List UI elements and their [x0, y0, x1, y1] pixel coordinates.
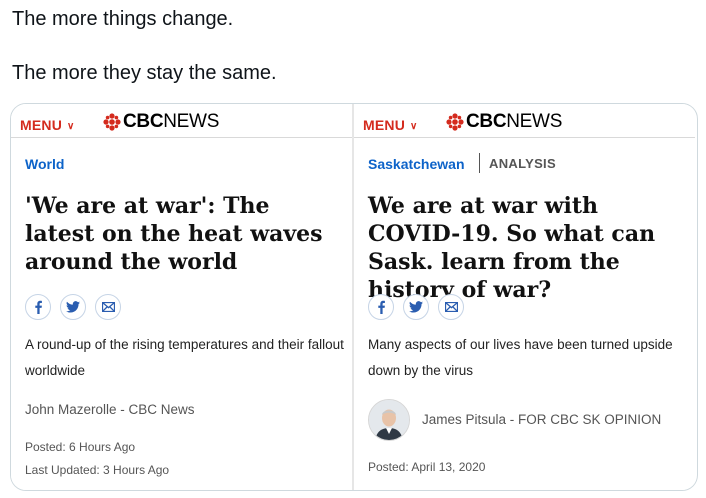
section-link-saskatchewan[interactable]: Saskatchewan [368, 156, 465, 172]
news-screenshot-left[interactable]: MENU ∨ CBC NEWS World 'We are at war': The… [11, 104, 352, 490]
last-updated-time: Last Updated: 3 Hours Ago [25, 463, 170, 477]
facebook-icon[interactable] [25, 294, 51, 320]
email-icon[interactable] [438, 294, 464, 320]
share-buttons [368, 294, 464, 320]
article-summary: Many aspects of our lives have been turn… [368, 337, 673, 378]
tweet-text-line-1: The more things change. [12, 8, 234, 30]
cbc-news-logo[interactable]: CBC NEWS [446, 111, 562, 133]
chevron-down-icon: ∨ [410, 121, 418, 132]
logo-cbc-text: CBC [466, 111, 507, 132]
logo-news-text: NEWS [163, 111, 220, 132]
menu-button[interactable]: MENU ∨ [20, 117, 75, 133]
author-byline: James Pitsula - FOR CBC SK OPINION [422, 412, 662, 427]
posted-time: Posted: April 13, 2020 [368, 460, 486, 474]
cbc-gem-icon [446, 113, 464, 131]
twitter-icon[interactable] [403, 294, 429, 320]
article-headline: We are at war with COVID-19. So what can… [368, 193, 656, 303]
logo-cbc-text: CBC [123, 111, 164, 132]
menu-label: MENU [20, 117, 63, 133]
chevron-down-icon: ∨ [67, 121, 75, 132]
share-buttons [25, 294, 121, 320]
label-separator [479, 153, 480, 173]
menu-label: MENU [363, 117, 406, 133]
email-icon[interactable] [95, 294, 121, 320]
cbc-news-logo[interactable]: CBC NEWS [103, 111, 219, 133]
section-link-world[interactable]: World [25, 156, 64, 172]
tweet-media-container[interactable]: MENU ∨ CBC NEWS World 'We are at war': The… [10, 103, 698, 491]
twitter-icon[interactable] [60, 294, 86, 320]
analysis-label-group: ANALYSIS [479, 153, 556, 173]
analysis-label: ANALYSIS [489, 155, 556, 171]
author-avatar[interactable] [368, 399, 410, 441]
news-screenshot-right[interactable]: MENU ∨ CBC NEWS Saskatchewan ANALYSIS We… [354, 104, 695, 490]
posted-time: Posted: 6 Hours Ago [25, 440, 136, 454]
cbc-gem-icon [103, 113, 121, 131]
article-headline: 'We are at war': The latest on the heat … [25, 193, 323, 275]
menu-button[interactable]: MENU ∨ [363, 117, 418, 133]
tweet-text-line-2: The more they stay the same. [12, 62, 277, 84]
cbc-header: MENU ∨ CBC NEWS [11, 104, 352, 138]
facebook-icon[interactable] [368, 294, 394, 320]
article-summary: A round-up of the rising temperatures an… [25, 337, 344, 378]
logo-news-text: NEWS [506, 111, 563, 132]
cbc-header: MENU ∨ CBC NEWS [354, 104, 695, 138]
author-byline: John Mazerolle - CBC News [25, 402, 195, 417]
